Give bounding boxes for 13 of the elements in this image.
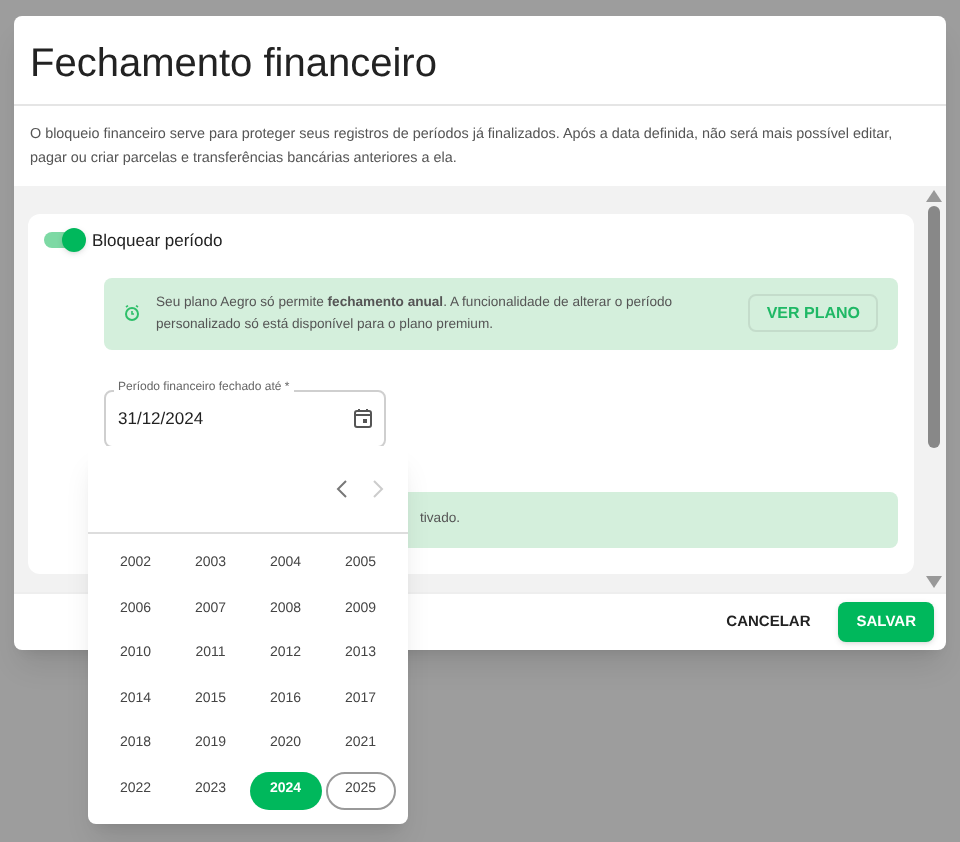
dialog-title: Fechamento financeiro: [30, 40, 439, 88]
calendar-icon[interactable]: [354, 408, 372, 429]
scroll-up-icon[interactable]: [926, 190, 942, 202]
chevron-right-icon: [372, 480, 384, 498]
alarm-clock-icon: [124, 304, 140, 323]
scrollbar-thumb[interactable]: [928, 206, 940, 448]
chevron-left-icon: [336, 480, 348, 498]
lock-toggle[interactable]: [44, 228, 84, 253]
toggle-label: Bloquear período: [92, 228, 223, 254]
previous-button[interactable]: [336, 480, 348, 498]
scroll-down-icon[interactable]: [926, 576, 942, 588]
scrollbar[interactable]: [922, 186, 946, 592]
date-value: 31/12/2024: [118, 405, 204, 432]
